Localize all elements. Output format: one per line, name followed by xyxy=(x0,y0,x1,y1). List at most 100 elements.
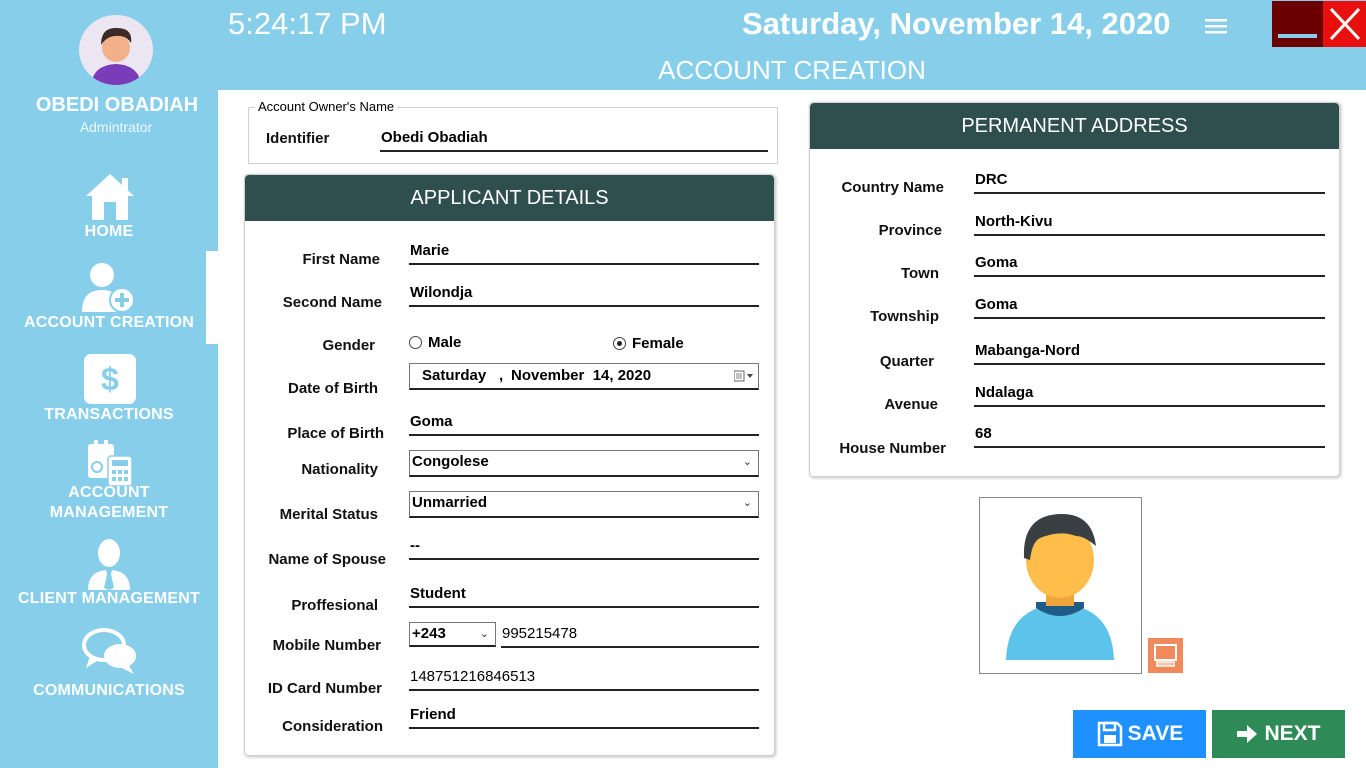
close-button[interactable] xyxy=(1323,1,1366,47)
chat-icon xyxy=(82,628,136,674)
floppy-disk-icon xyxy=(1097,721,1122,747)
chevron-down-icon: ⌄ xyxy=(742,456,752,468)
sidebar-item-transactions[interactable]: $ TRANSACTIONS xyxy=(0,354,218,426)
province-field[interactable]: North-Kivu xyxy=(974,212,1325,236)
applicant-photo xyxy=(979,497,1142,674)
mobile-number-field[interactable]: 995215478 xyxy=(501,624,759,648)
identifier-label: Identifier xyxy=(266,130,330,147)
sidebar-item-label: CLIENT MANAGEMENT xyxy=(17,590,201,607)
spouse-name-label: Name of Spouse xyxy=(268,551,386,568)
chevron-down-icon: ⌄ xyxy=(479,628,489,640)
date-of-birth-label: Date of Birth xyxy=(288,380,378,397)
hamburger-menu-icon[interactable] xyxy=(1205,17,1227,35)
sidebar-item-home[interactable]: HOME xyxy=(0,172,218,242)
town-label: Town xyxy=(900,265,939,282)
applicant-details-title: APPLICANT DETAILS xyxy=(245,175,774,221)
sidebar-item-account-creation[interactable]: ACCOUNT CREATION xyxy=(0,262,218,336)
nationality-value: Congolese xyxy=(412,453,489,470)
town-field[interactable]: Goma xyxy=(974,253,1325,277)
date-of-birth-picker[interactable]: Saturday , November 14, 2020 xyxy=(409,363,759,390)
nationality-select[interactable]: Congolese ⌄ xyxy=(409,450,759,477)
permanent-address-title: PERMANENT ADDRESS xyxy=(810,103,1339,149)
id-card-field[interactable]: 148751216846513 xyxy=(409,667,759,691)
close-icon xyxy=(1329,7,1361,41)
quarter-label: Quarter xyxy=(879,353,934,370)
place-of-birth-label: Place of Birth xyxy=(287,425,384,442)
user-role: Admintrator xyxy=(79,119,153,135)
next-button-label: NEXT xyxy=(1264,722,1321,745)
first-name-label: First Name xyxy=(302,251,380,268)
profession-label: Proffesional xyxy=(291,597,378,614)
main-content: Account Owner's Name Identifier Obedi Ob… xyxy=(218,90,1366,768)
save-button-label: SAVE xyxy=(1127,722,1184,745)
township-field[interactable]: Goma xyxy=(974,295,1325,319)
nationality-label: Nationality xyxy=(301,461,378,478)
country-code-value: +243 xyxy=(412,625,446,642)
sidebar-item-label: ACCOUNT CREATION xyxy=(23,314,194,331)
avenue-label: Avenue xyxy=(884,396,938,413)
marital-status-select[interactable]: Unmarried ⌄ xyxy=(409,491,759,518)
spouse-name-field[interactable]: -- xyxy=(409,536,759,560)
minimize-icon xyxy=(1278,34,1317,38)
gender-male-label: Male xyxy=(428,334,462,351)
consideration-field[interactable]: Friend xyxy=(409,705,759,729)
gender-label: Gender xyxy=(322,337,375,354)
dollar-icon: $ xyxy=(84,354,136,404)
sidebar-item-account-management[interactable]: ACCOUNT MANAGEMENT xyxy=(0,440,218,524)
minimize-button[interactable] xyxy=(1272,1,1323,47)
camera-icon xyxy=(1154,644,1177,667)
place-of-birth-field[interactable]: Goma xyxy=(409,412,759,436)
person-placeholder-icon xyxy=(1006,514,1114,660)
township-label: Township xyxy=(870,308,939,325)
user-avatar[interactable] xyxy=(79,15,153,85)
identifier-field[interactable]: Obedi Obadiah xyxy=(380,128,768,152)
add-user-icon xyxy=(82,263,135,313)
account-owner-group: Account Owner's Name Identifier Obedi Ob… xyxy=(248,99,778,164)
sidebar: OBEDI OBADIAH Admintrator HOME ACCOUNT C… xyxy=(0,0,218,768)
capture-photo-button[interactable] xyxy=(1148,638,1183,673)
permanent-address-panel: PERMANENT ADDRESS Country Name DRC Provi… xyxy=(809,102,1340,477)
gender-female-label: Female xyxy=(632,335,684,352)
chevron-down-icon: ⌄ xyxy=(742,497,752,509)
sidebar-item-label: COMMUNICATIONS xyxy=(33,682,185,699)
marital-status-label: Merital Status xyxy=(279,506,378,523)
home-icon xyxy=(86,174,134,220)
country-code-select[interactable]: +243 ⌄ xyxy=(409,622,496,647)
gender-male-radio[interactable]: Male xyxy=(409,334,461,351)
sidebar-item-label: HOME xyxy=(84,223,134,240)
second-name-label: Second Name xyxy=(282,294,382,311)
current-date: Saturday, November 14, 2020 xyxy=(742,6,1171,41)
save-button[interactable]: SAVE xyxy=(1073,710,1206,758)
mobile-number-label: Mobile Number xyxy=(272,637,381,654)
house-number-field[interactable]: 68 xyxy=(974,424,1325,448)
radio-checked-icon xyxy=(613,337,626,350)
avenue-field[interactable]: Ndalaga xyxy=(974,383,1325,407)
gender-female-radio[interactable]: Female xyxy=(613,335,684,352)
next-button[interactable]: NEXT xyxy=(1212,710,1345,758)
applicant-details-panel: APPLICANT DETAILS First Name Marie Secon… xyxy=(244,174,775,756)
sidebar-item-label: MANAGEMENT xyxy=(49,504,169,521)
country-name-label: Country Name xyxy=(841,179,944,196)
dob-day: Saturday xyxy=(422,367,487,384)
clock: 5:24:17 PM xyxy=(228,6,387,41)
marital-status-value: Unmarried xyxy=(412,494,488,511)
sidebar-item-client-management[interactable]: CLIENT MANAGEMENT xyxy=(0,538,218,610)
page-title: ACCOUNT CREATION xyxy=(658,55,926,85)
consideration-label: Consideration xyxy=(282,718,383,735)
dob-separator: , xyxy=(499,367,504,384)
country-name-field[interactable]: DRC xyxy=(974,170,1325,194)
dob-date: November 14, 2020 xyxy=(511,367,652,384)
account-owner-legend: Account Owner's Name xyxy=(255,99,398,114)
profession-field[interactable]: Student xyxy=(409,584,759,608)
calculator-icon xyxy=(88,440,133,486)
id-card-label: ID Card Number xyxy=(267,680,382,697)
client-icon xyxy=(88,539,130,590)
calendar-dropdown-icon[interactable] xyxy=(734,370,754,382)
first-name-field[interactable]: Marie xyxy=(409,241,759,265)
sidebar-item-label: TRANSACTIONS xyxy=(44,406,174,423)
sidebar-item-communications[interactable]: COMMUNICATIONS xyxy=(0,628,218,702)
second-name-field[interactable]: Wilondja xyxy=(409,283,759,307)
arrow-right-icon xyxy=(1237,725,1258,743)
quarter-field[interactable]: Mabanga-Nord xyxy=(974,341,1325,365)
user-name: OBEDI OBADIAH xyxy=(35,94,199,116)
